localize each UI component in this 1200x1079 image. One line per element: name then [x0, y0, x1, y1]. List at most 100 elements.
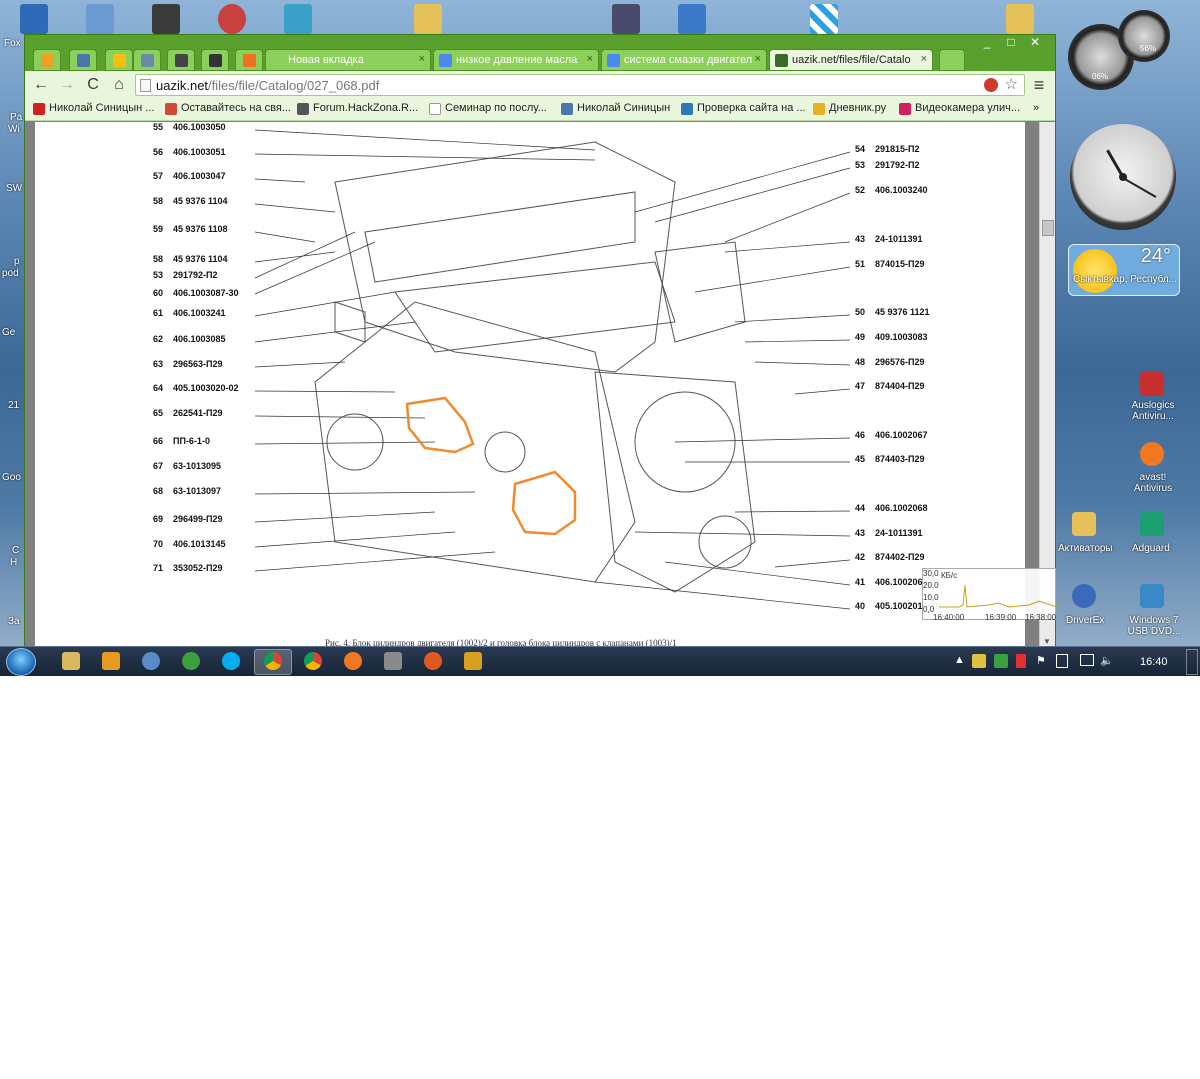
tray-icon[interactable]	[972, 654, 986, 668]
network-monitor-gadget[interactable]: КБ/с 30,0 20,0 10,0 0,0 16:40:00 16:39:0…	[922, 568, 1057, 622]
desktop-shortcut-icon[interactable]	[20, 4, 48, 34]
pinned-tab[interactable]	[167, 49, 195, 71]
auslogics-icon[interactable]	[1140, 372, 1164, 396]
chrome-icon[interactable]	[304, 652, 322, 670]
desktop-shortcut-icon[interactable]	[678, 4, 706, 34]
address-bar[interactable]: uazik.net/files/file/Catalog/027_068.pdf…	[135, 74, 1025, 96]
desktop-label[interactable]: Fox	[4, 38, 21, 49]
pinned-tab[interactable]	[133, 49, 161, 71]
folder-icon[interactable]	[1006, 4, 1034, 34]
close-icon[interactable]: ×	[587, 53, 593, 65]
bookmark-item[interactable]: Дневник.ру	[813, 102, 886, 115]
desktop-label[interactable]: p	[14, 256, 20, 267]
reload-button[interactable]: C	[83, 75, 103, 95]
desktop-icon-label[interactable]: Активаторы	[1058, 543, 1113, 554]
desktop-icon-label[interactable]: Windows 7 USB DVD...	[1126, 615, 1182, 637]
folder-icon[interactable]	[414, 4, 442, 34]
weather-gadget[interactable]: 24° Сыктывкар, Республ...	[1068, 244, 1180, 296]
browser-window[interactable]: Новая вкладка × низкое давление масла × …	[24, 34, 1056, 648]
desktop-label[interactable]: Goo	[2, 472, 21, 483]
browser-icon[interactable]	[142, 652, 160, 670]
pdf-viewer[interactable]: 55 406.1003050 56 406.1003051 57 406.1003047 5…	[25, 122, 1055, 648]
flag-icon[interactable]: ⚑	[1036, 654, 1046, 667]
pinned-tab[interactable]	[33, 49, 61, 71]
pinned-tab[interactable]	[105, 49, 133, 71]
computer-icon[interactable]	[152, 4, 180, 34]
driverex-icon[interactable]	[1072, 584, 1096, 608]
folder-icon[interactable]	[1072, 512, 1096, 536]
pinned-tab[interactable]	[201, 49, 229, 71]
show-desktop-button[interactable]	[1186, 649, 1198, 675]
avast-icon[interactable]	[1140, 442, 1164, 466]
new-tab-button[interactable]	[939, 49, 965, 71]
adguard-icon[interactable]	[1140, 512, 1164, 536]
chrome-icon[interactable]	[264, 652, 282, 670]
bookmark-item[interactable]: Семинар по послу...	[429, 102, 547, 115]
extension-icon[interactable]	[984, 78, 998, 92]
close-icon[interactable]: ×	[921, 53, 927, 65]
desktop-label[interactable]: С	[12, 545, 19, 556]
close-button[interactable]: ✕	[1023, 35, 1047, 49]
desktop-label[interactable]: SW	[6, 183, 22, 194]
desktop-shortcut-icon[interactable]	[86, 4, 114, 34]
back-button[interactable]: ←	[31, 75, 51, 95]
tray-icon[interactable]	[994, 654, 1008, 668]
skype-icon[interactable]	[222, 652, 240, 670]
pinned-tab[interactable]	[235, 49, 263, 71]
tray-icon[interactable]	[1056, 654, 1068, 668]
scroll-down-arrow-icon[interactable]: ▼	[1043, 637, 1051, 646]
desktop-label[interactable]: pod	[2, 268, 19, 279]
desktop-icon-label[interactable]: Adguard	[1132, 543, 1170, 554]
network-icon[interactable]	[1080, 654, 1094, 666]
desktop-shortcut-icon[interactable]	[284, 4, 312, 34]
bookmark-item[interactable]: Проверка сайта на ...	[681, 102, 806, 115]
bookmark-item[interactable]: Forum.HackZona.R...	[297, 102, 418, 115]
taskbar-clock[interactable]: 16:40	[1140, 656, 1168, 668]
minimize-button[interactable]: _	[975, 35, 999, 49]
volume-icon[interactable]: 🔈	[1100, 654, 1114, 667]
media-player-icon[interactable]	[102, 652, 120, 670]
home-button[interactable]: ⌂	[109, 75, 129, 95]
tab-pdf-catalog[interactable]: uazik.net/files/file/Catalo ×	[769, 49, 933, 71]
bookmark-item[interactable]: Видеокамера улич...	[899, 102, 1020, 115]
desktop-label[interactable]: Ge	[2, 327, 15, 338]
menu-button[interactable]: ≡	[1029, 75, 1049, 95]
tray-overflow-button[interactable]: ▲	[954, 654, 965, 666]
desktop-label[interactable]: Pa	[10, 112, 22, 123]
close-icon[interactable]: ×	[419, 53, 425, 65]
pinned-tab[interactable]	[69, 49, 97, 71]
desktop-icon-label[interactable]: Auslogics Antiviru...	[1128, 400, 1178, 422]
desktop-label[interactable]: Н	[10, 557, 17, 568]
usb-dvd-icon[interactable]	[1140, 584, 1164, 608]
app-icon[interactable]	[464, 652, 482, 670]
bookmark-item[interactable]: Николай Синицын	[561, 102, 670, 115]
bookmark-item[interactable]: Николай Синицын ...	[33, 102, 154, 115]
scrollbar-thumb[interactable]	[1042, 220, 1054, 236]
desktop-icon-label[interactable]: DriverEx	[1066, 615, 1104, 626]
utorrent-icon[interactable]	[182, 652, 200, 670]
bookmark-item[interactable]: Оставайтесь на свя...	[165, 102, 291, 115]
desktop-label[interactable]: Wi	[8, 124, 20, 135]
bookmarks-overflow[interactable]: »	[1033, 102, 1039, 114]
forward-button[interactable]: →	[57, 75, 77, 95]
start-button[interactable]	[6, 648, 36, 676]
maximize-button[interactable]: □	[999, 35, 1023, 49]
desktop-icon-label[interactable]: avast! Antivirus	[1128, 472, 1178, 494]
desktop-shortcut-icon[interactable]	[810, 4, 838, 34]
explorer-icon[interactable]	[62, 652, 80, 670]
tab-new[interactable]: Новая вкладка ×	[265, 49, 431, 71]
clock-gadget[interactable]	[1070, 124, 1176, 230]
tray-icon[interactable]	[1016, 654, 1026, 668]
tab-search-lubrication[interactable]: сиcтема смазки двигател ×	[601, 49, 767, 71]
desktop-shortcut-icon[interactable]	[612, 4, 640, 34]
close-icon[interactable]: ×	[755, 53, 761, 65]
desktop-label[interactable]: За	[8, 616, 20, 627]
avast-icon[interactable]	[344, 652, 362, 670]
star-icon[interactable]: ☆	[1005, 75, 1018, 93]
cpu-meter-gadget[interactable]: 06% 56%	[1068, 10, 1188, 90]
firefox-icon[interactable]	[424, 652, 442, 670]
tab-search-oil-pressure[interactable]: низкое давление масла ×	[433, 49, 599, 71]
desktop-label[interactable]: 21	[8, 400, 19, 411]
desktop-shortcut-icon[interactable]	[218, 4, 246, 34]
tools-icon[interactable]	[384, 652, 402, 670]
